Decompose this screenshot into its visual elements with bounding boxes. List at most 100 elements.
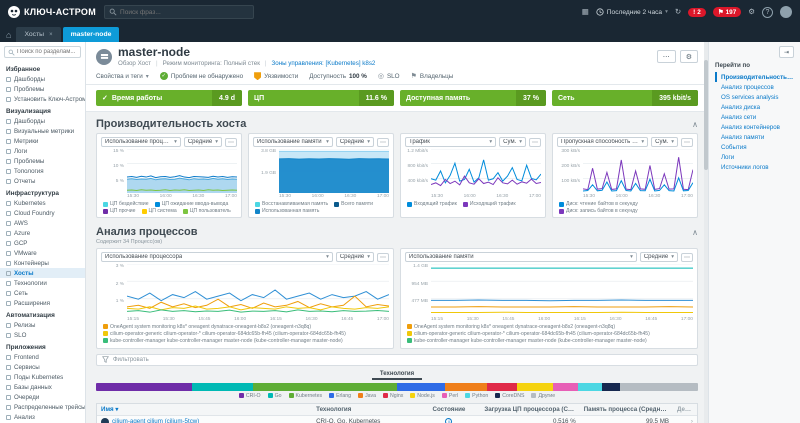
gear-icon[interactable]: ⚙: [748, 8, 755, 16]
chart-more-button[interactable]: ⋯: [377, 138, 389, 147]
refresh-icon[interactable]: ↻: [675, 8, 681, 16]
sidebar-item[interactable]: Дашборды: [0, 74, 85, 84]
legend-item[interactable]: OneAgent system monitoring k8s* oneagent…: [407, 324, 693, 330]
technology-segment[interactable]: [96, 383, 192, 391]
sidebar-item[interactable]: Топология: [0, 166, 85, 176]
legend-item[interactable]: cilium-operator-generic cilium-operator-…: [103, 331, 389, 337]
sidebar-item[interactable]: Очереди: [0, 392, 85, 402]
column-header[interactable]: Загрузка ЦП процессора (Средние): [480, 405, 579, 414]
meta-no-problems[interactable]: ✓Проблем не обнаружено: [160, 72, 243, 80]
meta-availability[interactable]: Доступность100 %: [309, 73, 367, 80]
collapse-panel-button[interactable]: ⇥: [779, 46, 794, 58]
sidebar-item[interactable]: Контейнеры: [0, 258, 85, 268]
sidebar-item[interactable]: Метрики: [0, 136, 85, 146]
management-zone[interactable]: Зоны управления: [Kubernetes] k8s2: [272, 60, 376, 67]
column-header[interactable]: Имя ▾: [97, 405, 312, 414]
tab-master-node[interactable]: master-node: [63, 27, 120, 42]
technology-segment[interactable]: [620, 383, 698, 391]
meta-slo[interactable]: ◎SLO: [378, 72, 400, 80]
details-chevron-icon[interactable]: ›: [673, 417, 697, 423]
sidebar-search-input[interactable]: [17, 49, 77, 55]
sidebar-item[interactable]: Frontend: [0, 352, 85, 362]
sidebar-item[interactable]: VMware: [0, 248, 85, 258]
legend-item[interactable]: ЦП пользователь: [183, 208, 231, 214]
sidebar-item[interactable]: Cloud Foundry: [0, 208, 85, 218]
problems-badge[interactable]: !2: [688, 8, 706, 17]
chart-more-button[interactable]: ⋯: [681, 138, 693, 147]
global-search[interactable]: [104, 5, 254, 19]
sidebar-item[interactable]: Проблемы: [0, 156, 85, 166]
kpi-tile[interactable]: Доступная память37 %: [400, 90, 546, 106]
process-name-cell[interactable]: cilium-agent cilium (cilium-5tcw): [97, 417, 312, 423]
sidebar-item[interactable]: Распределенные трейсы: [0, 402, 85, 412]
collapse-section-icon[interactable]: ∧: [692, 120, 698, 129]
info-icon[interactable]: i: [445, 418, 452, 423]
chart-more-button[interactable]: ⋯: [225, 138, 237, 147]
legend-item[interactable]: cilium-operator-generic cilium-operator-…: [407, 331, 693, 337]
legend-item[interactable]: Входящий трафик: [407, 201, 457, 207]
sidebar-item[interactable]: Проблемы: [0, 84, 85, 94]
quick-nav-item[interactable]: События: [715, 142, 794, 152]
sidebar-item[interactable]: Логи: [0, 146, 85, 156]
table-row[interactable]: cilium-agent cilium (cilium-5tcw)CRI-O, …: [97, 416, 697, 423]
scrollbar-track[interactable]: [704, 42, 708, 423]
collapse-section-icon[interactable]: ∧: [692, 228, 698, 237]
chart-plot[interactable]: [127, 149, 237, 193]
metric-selector[interactable]: Использование процессора▾: [101, 252, 333, 262]
sidebar-item[interactable]: Расширения: [0, 298, 85, 308]
user-avatar[interactable]: [780, 6, 792, 18]
kpi-tile[interactable]: ЦП11.6 %: [248, 90, 394, 106]
events-badge[interactable]: ⚑197: [713, 7, 741, 17]
sidebar-item[interactable]: Сеть: [0, 288, 85, 298]
legend-item[interactable]: kube-controller-manager kube-controller-…: [103, 338, 389, 344]
technology-segment[interactable]: [397, 383, 445, 391]
aggregation-selector[interactable]: Средние▾: [184, 137, 222, 147]
help-icon[interactable]: ?: [762, 7, 773, 18]
technology-segment[interactable]: [517, 383, 553, 391]
quick-nav-item[interactable]: Логи: [715, 152, 794, 162]
technology-tab[interactable]: Технология: [372, 371, 422, 380]
column-header[interactable]: Детали: [673, 405, 697, 414]
quick-nav-item[interactable]: Источники логов: [715, 162, 794, 172]
column-header[interactable]: Технология: [312, 405, 417, 414]
chart-plot[interactable]: [431, 264, 693, 316]
metric-selector[interactable]: Трафик▾: [405, 137, 496, 147]
sidebar-item[interactable]: Azure: [0, 228, 85, 238]
sidebar-item[interactable]: Технологии: [0, 278, 85, 288]
quick-nav-item[interactable]: Производительность хо...: [715, 72, 794, 82]
sidebar-item[interactable]: Сервисы: [0, 362, 85, 372]
legend-item[interactable]: OneAgent system monitoring k8s* oneagent…: [103, 324, 389, 330]
aggregation-selector[interactable]: Средние▾: [336, 252, 374, 262]
chart-plot[interactable]: [583, 149, 693, 193]
sidebar-item[interactable]: Отчеты: [0, 176, 85, 186]
sidebar-item[interactable]: Базы данных: [0, 382, 85, 392]
legend-item[interactable]: Диск: запись байтов в секунду: [559, 208, 638, 214]
technology-legend-item[interactable]: Go: [268, 393, 282, 399]
settings-button[interactable]: ⚙: [680, 50, 698, 63]
technology-segment[interactable]: [578, 383, 602, 391]
technology-segment[interactable]: [487, 383, 517, 391]
sidebar-item[interactable]: Установить Ключ-Астром: [0, 94, 85, 104]
legend-item[interactable]: Исходящий трафик: [463, 201, 516, 207]
sidebar-item[interactable]: Анализ: [0, 412, 85, 422]
sidebar-search[interactable]: [4, 46, 81, 58]
legend-item[interactable]: Использованная память: [255, 208, 319, 214]
time-range-selector[interactable]: Последние 2 часа ▾: [596, 8, 668, 16]
legend-item[interactable]: Восстанавливаемая память: [255, 201, 328, 207]
metric-selector[interactable]: Использование процессора▾: [101, 137, 181, 147]
chart-more-button[interactable]: ⋯: [377, 253, 389, 262]
quick-nav-item[interactable]: OS services analysis: [715, 92, 794, 102]
legend-item[interactable]: Диск: чтение байтов в секунду: [559, 201, 638, 207]
chart-more-button[interactable]: ⋯: [529, 138, 541, 147]
sidebar-item[interactable]: Дашборды: [0, 116, 85, 126]
quick-nav-item[interactable]: Анализ памяти: [715, 132, 794, 142]
meta-owners[interactable]: ⚑Владельцы: [411, 72, 454, 80]
quick-nav-item[interactable]: Анализ контейнеров: [715, 122, 794, 132]
technology-legend-item[interactable]: Erlang: [329, 393, 351, 399]
legend-item[interactable]: kube-controller-manager kube-controller-…: [407, 338, 693, 344]
meta-vulnerabilities[interactable]: Уязвимости: [254, 72, 298, 80]
home-icon[interactable]: ⌂: [6, 30, 11, 40]
technology-segment[interactable]: [253, 383, 397, 391]
technology-legend-item[interactable]: Java: [358, 393, 376, 399]
sidebar-item[interactable]: Поды Kubernetes: [0, 372, 85, 382]
